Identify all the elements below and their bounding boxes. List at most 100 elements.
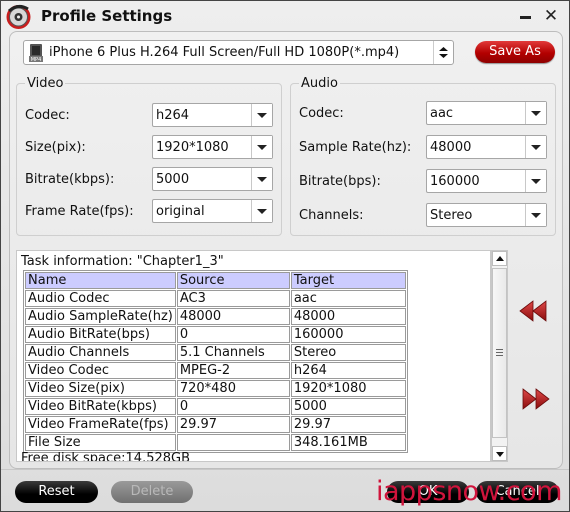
column-header-name: Name [25,272,176,289]
video-legend: Video [27,76,64,91]
audio-samplerate-label: Sample Rate(hz): [299,140,412,155]
video-bitrate-value: 5000 [156,172,190,187]
chevron-down-icon[interactable] [251,136,272,158]
chevron-down-icon[interactable] [251,104,272,126]
video-codec-value: h264 [156,108,190,123]
cell-name: Audio Channels [25,344,176,361]
task-title: Task information: "Chapter1_3" [21,254,224,269]
cell-name: File Size [25,434,176,451]
cell-source: 5.1 Channels [176,344,290,361]
audio-codec-label: Codec: [299,106,344,121]
cell-name: Audio SampleRate(hz) [25,308,176,325]
cell-source: MPEG-2 [176,362,290,379]
video-framerate-select[interactable]: original [152,199,273,223]
cell-target: aac [290,290,406,307]
updown-arrows-icon[interactable] [433,41,453,64]
cell-source: 720*480 [176,380,290,397]
profile-dropdown[interactable]: MP4 iPhone 6 Plus H.264 Full Screen/Full… [23,40,454,65]
table-row: Audio Codec AC3 aac [25,290,406,307]
video-size-select[interactable]: 1920*1080 [152,135,273,159]
profile-selected-value: iPhone 6 Plus H.264 Full Screen/Full HD … [49,45,400,60]
cell-target: 29.97 [290,416,406,433]
cell-source: AC3 [176,290,290,307]
cell-source: 48000 [176,308,290,325]
delete-button[interactable]: Delete [111,481,193,503]
chevron-down-icon[interactable] [525,170,546,192]
cell-name: Audio BitRate(bps) [25,326,176,343]
mp4-file-icon: MP4 [29,44,43,62]
chevron-down-icon[interactable] [525,204,546,226]
table-row: Video Size(pix) 720*480 1920*1080 [25,380,406,397]
fast-forward-icon[interactable] [522,387,552,411]
cell-source: 0 [176,326,290,343]
table-row: Audio SampleRate(hz) 48000 48000 [25,308,406,325]
task-info-table: Name Source Target Audio Codec AC3 aac Audi… [23,270,408,453]
audio-channels-select[interactable]: Stereo [426,203,547,227]
cell-target: 5000 [290,398,406,415]
scroll-thumb[interactable] [492,268,507,438]
audio-channels-value: Stereo [430,208,473,223]
table-row: Video BitRate(kbps) 0 5000 [25,398,406,415]
close-icon[interactable]: ✕ [542,7,560,25]
chevron-down-icon[interactable] [525,136,546,158]
table-row: Audio Channels 5.1 Channels Stereo [25,344,406,361]
ok-button[interactable]: OK [387,481,469,503]
video-size-value: 1920*1080 [156,140,229,155]
video-bitrate-select[interactable]: 5000 [152,167,273,191]
chevron-down-icon[interactable] [525,102,546,124]
save-as-button[interactable]: Save As [475,41,555,63]
window-title: Profile Settings [41,7,173,25]
rewind-icon[interactable] [519,299,549,323]
cell-target: 160000 [290,326,406,343]
profile-settings-window: Profile Settings ✕ MP4 iPhone 6 Plus H.2… [0,0,570,512]
audio-samplerate-select[interactable]: 48000 [426,135,547,159]
reset-button[interactable]: Reset [15,481,98,503]
grip-icon [496,349,503,356]
table-header-row: Name Source Target [25,272,406,289]
audio-codec-select[interactable]: aac [426,101,547,125]
audio-bitrate-label: Bitrate(bps): [299,174,381,189]
scroll-up-icon[interactable] [492,251,507,266]
dvd-disc-icon [6,4,31,29]
svg-text:MP4: MP4 [31,57,42,62]
cell-target: h264 [290,362,406,379]
cell-name: Video BitRate(kbps) [25,398,176,415]
audio-legend: Audio [301,76,338,91]
audio-bitrate-select[interactable]: 160000 [426,169,547,193]
footer-divider [1,469,569,470]
task-information-panel: Task information: "Chapter1_3" Name Sour… [16,250,491,462]
video-framerate-value: original [156,204,205,219]
task-scrollbar[interactable] [491,250,508,462]
cell-name: Video FrameRate(fps) [25,416,176,433]
chevron-down-icon[interactable] [251,168,272,190]
cell-source [176,434,290,451]
cancel-button[interactable]: Cancel [476,481,559,503]
cell-target: 48000 [290,308,406,325]
table-row: Audio BitRate(bps) 0 160000 [25,326,406,343]
audio-codec-value: aac [430,106,454,121]
scroll-down-icon[interactable] [492,446,507,461]
audio-samplerate-value: 48000 [430,140,472,155]
cell-target: Stereo [290,344,406,361]
audio-channels-label: Channels: [299,208,364,223]
video-codec-label: Codec: [25,108,70,123]
table-row: File Size 348.161MB [25,434,406,451]
column-header-target: Target [290,272,406,289]
cell-name: Video Codec [25,362,176,379]
chevron-down-icon[interactable] [251,200,272,222]
cell-target: 348.161MB [290,434,406,451]
table-row: Video Codec MPEG-2 h264 [25,362,406,379]
cell-source: 0 [176,398,290,415]
video-codec-select[interactable]: h264 [152,103,273,127]
free-disk-space: Free disk space:14.528GB [21,451,191,462]
video-bitrate-label: Bitrate(kbps): [25,172,115,187]
cell-name: Video Size(pix) [25,380,176,397]
title-bar[interactable]: Profile Settings ✕ [1,1,569,33]
cell-target: 1920*1080 [290,380,406,397]
cell-name: Audio Codec [25,290,176,307]
audio-bitrate-value: 160000 [430,174,480,189]
minimize-icon[interactable] [517,7,535,25]
video-size-label: Size(pix): [25,140,86,155]
video-framerate-label: Frame Rate(fps): [25,204,134,219]
table-row: Video FrameRate(fps) 29.97 29.97 [25,416,406,433]
